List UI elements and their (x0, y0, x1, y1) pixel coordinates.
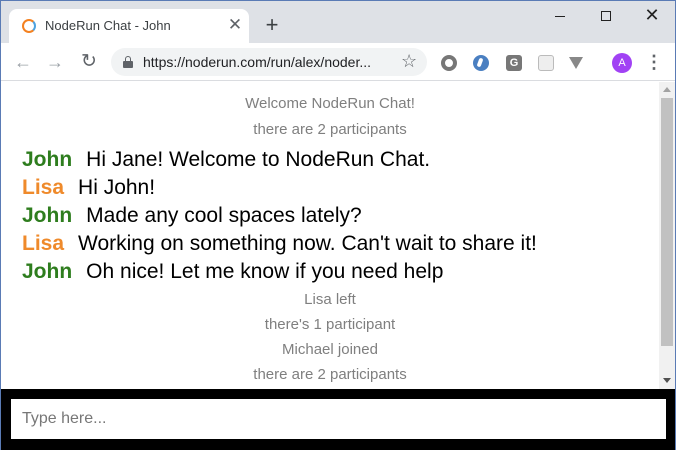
tab-strip: NodeRun Chat - John ✕ + ✕ (1, 1, 675, 43)
extension-g-icon[interactable]: G (506, 55, 522, 71)
minimize-icon (555, 16, 565, 17)
more-menu-icon[interactable]: ⋮ (645, 53, 663, 73)
forward-arrow-icon[interactable]: → (43, 50, 67, 74)
message-text: Oh nice! Let me know if you need help (86, 260, 444, 283)
system-message: Michael joined (282, 341, 378, 358)
chat-message: Lisa Hi John! (22, 176, 155, 200)
tab-title: NodeRun Chat - John (45, 18, 171, 33)
lock-icon[interactable] (123, 56, 133, 68)
minimize-button[interactable] (537, 1, 583, 31)
tab-close-icon[interactable]: ✕ (227, 16, 243, 33)
bookmark-star-icon[interactable]: ☆ (401, 51, 417, 72)
maximize-icon (601, 11, 611, 21)
vertical-scrollbar[interactable] (659, 82, 675, 389)
browser-tab[interactable]: NodeRun Chat - John ✕ (9, 9, 249, 43)
message-text: Hi John! (78, 176, 156, 199)
sender-name: Lisa (22, 176, 65, 199)
extension-v-icon[interactable] (569, 57, 583, 69)
reload-icon[interactable]: ↻ (77, 50, 101, 74)
scroll-down-arrow-icon[interactable] (663, 378, 671, 383)
message-text: Made any cool spaces lately? (86, 204, 362, 227)
scroll-thumb[interactable] (661, 98, 673, 346)
sender-name: Lisa (22, 232, 65, 255)
url-text[interactable]: https://noderun.com/run/alex/noder... (143, 54, 371, 70)
extension-feather-icon[interactable] (473, 55, 489, 71)
chat-message-input[interactable] (11, 399, 666, 439)
noderun-favicon-icon (22, 19, 36, 33)
chat-message: John Hi Jane! Welcome to NodeRun Chat. (22, 148, 430, 172)
chat-input-bar (1, 389, 675, 450)
new-tab-button[interactable]: + (261, 14, 283, 37)
extension-circle-icon[interactable] (441, 55, 457, 71)
sender-name: John (22, 148, 73, 171)
chat-message: Lisa Working on something now. Can't wait… (22, 232, 537, 256)
back-arrow-icon[interactable]: ← (11, 50, 35, 74)
profile-avatar[interactable]: A (612, 53, 632, 73)
message-text: Working on something now. Can't wait to … (78, 232, 537, 255)
system-message: there are 2 participants (253, 121, 407, 138)
scroll-up-arrow-icon[interactable] (663, 87, 671, 92)
maximize-button[interactable] (583, 1, 629, 31)
system-message: Welcome NodeRun Chat! (245, 95, 415, 112)
chat-message: John Oh nice! Let me know if you need hel… (22, 260, 443, 284)
address-bar[interactable]: https://noderun.com/run/alex/noder... ☆ (111, 48, 427, 76)
system-message: Lisa left (304, 291, 356, 308)
system-message: there's 1 participant (264, 316, 396, 333)
browser-window: NodeRun Chat - John ✕ + ✕ ← → ↻ https://… (0, 0, 676, 450)
chat-message: John Made any cool spaces lately? (22, 204, 362, 228)
sender-name: John (22, 260, 73, 283)
message-text: Hi Jane! Welcome to NodeRun Chat. (86, 148, 431, 171)
system-message: there are 2 participants (253, 366, 407, 383)
chat-log: Welcome NodeRun Chat! there are 2 partic… (1, 82, 659, 389)
extension-grid-icon[interactable] (538, 55, 554, 71)
browser-toolbar: ← → ↻ https://noderun.com/run/alex/noder… (1, 43, 675, 81)
window-close-button[interactable]: ✕ (629, 1, 675, 31)
sender-name: John (22, 204, 73, 227)
